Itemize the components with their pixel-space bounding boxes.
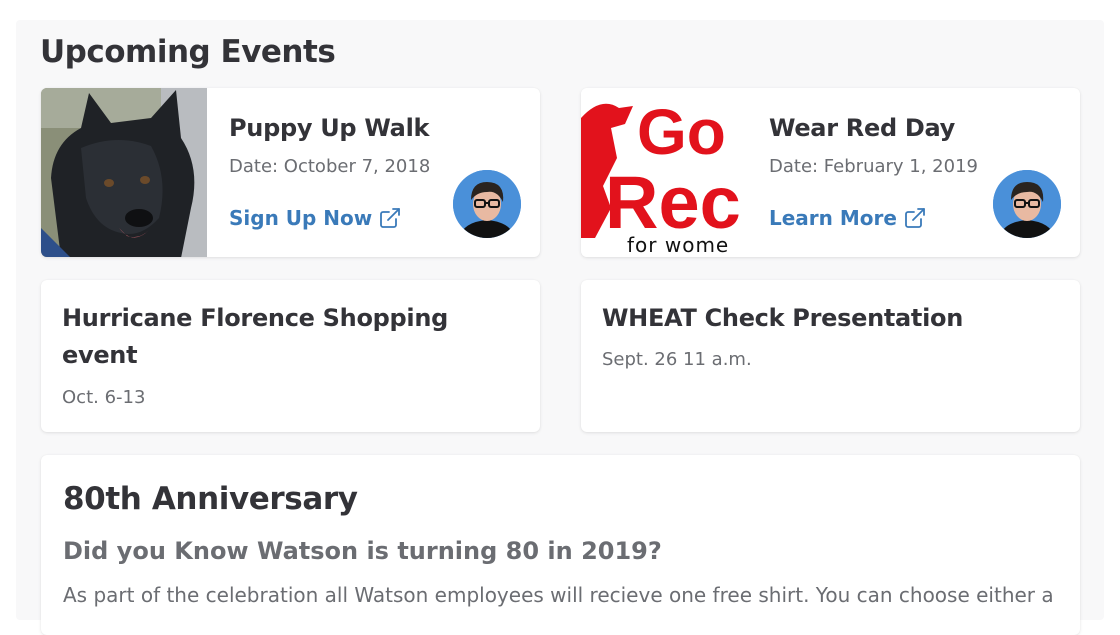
event-date: Date: October 7, 2018	[229, 156, 431, 177]
event-card-puppy-up: Puppy Up Walk Date: October 7, 2018 Sign…	[41, 88, 540, 257]
anniversary-title: 80th Anniversary	[63, 481, 358, 517]
sign-up-now-link[interactable]: Sign Up Now	[229, 206, 402, 230]
logo-text-women: for wome	[627, 233, 729, 257]
event-title: WHEAT Check Presentation	[602, 304, 964, 332]
section-title: Upcoming Events	[40, 34, 336, 70]
avatar[interactable]	[453, 170, 521, 238]
events-page: Upcoming Events Puppy Up Walk Date: Octo…	[16, 20, 1104, 635]
event-date: Date: February 1, 2019	[769, 156, 978, 177]
link-label: Learn More	[769, 206, 897, 230]
logo-text-go: Go	[637, 96, 726, 168]
anniversary-card: 80th Anniversary Did you Know Watson is …	[41, 455, 1080, 635]
event-image-dog	[41, 88, 207, 257]
learn-more-link[interactable]: Learn More	[769, 206, 927, 230]
anniversary-body: As part of the celebration all Watson em…	[63, 583, 1054, 607]
event-card-wheat-check: WHEAT Check Presentation Sept. 26 11 a.m…	[581, 280, 1080, 432]
external-link-icon	[905, 208, 925, 228]
link-label: Sign Up Now	[229, 206, 373, 230]
event-date: Oct. 6-13	[62, 387, 146, 408]
event-card-wear-red-day: Go Rec for wome Wear Red Day Date: Febru…	[581, 88, 1080, 257]
event-date: Sept. 26 11 a.m.	[602, 349, 752, 370]
external-link-icon	[380, 208, 401, 228]
event-title: Puppy Up Walk	[229, 114, 430, 142]
go-red-for-women-logo: Go Rec for wome	[581, 88, 747, 257]
event-title: Wear Red Day	[769, 114, 955, 142]
anniversary-subtitle: Did you Know Watson is turning 80 in 201…	[63, 537, 662, 565]
event-title: Hurricane Florence Shopping event	[62, 304, 448, 369]
logo-text-red: Rec	[605, 161, 741, 244]
event-card-hurricane-florence: Hurricane Florence Shopping event Oct. 6…	[41, 280, 540, 432]
avatar[interactable]	[993, 170, 1061, 238]
